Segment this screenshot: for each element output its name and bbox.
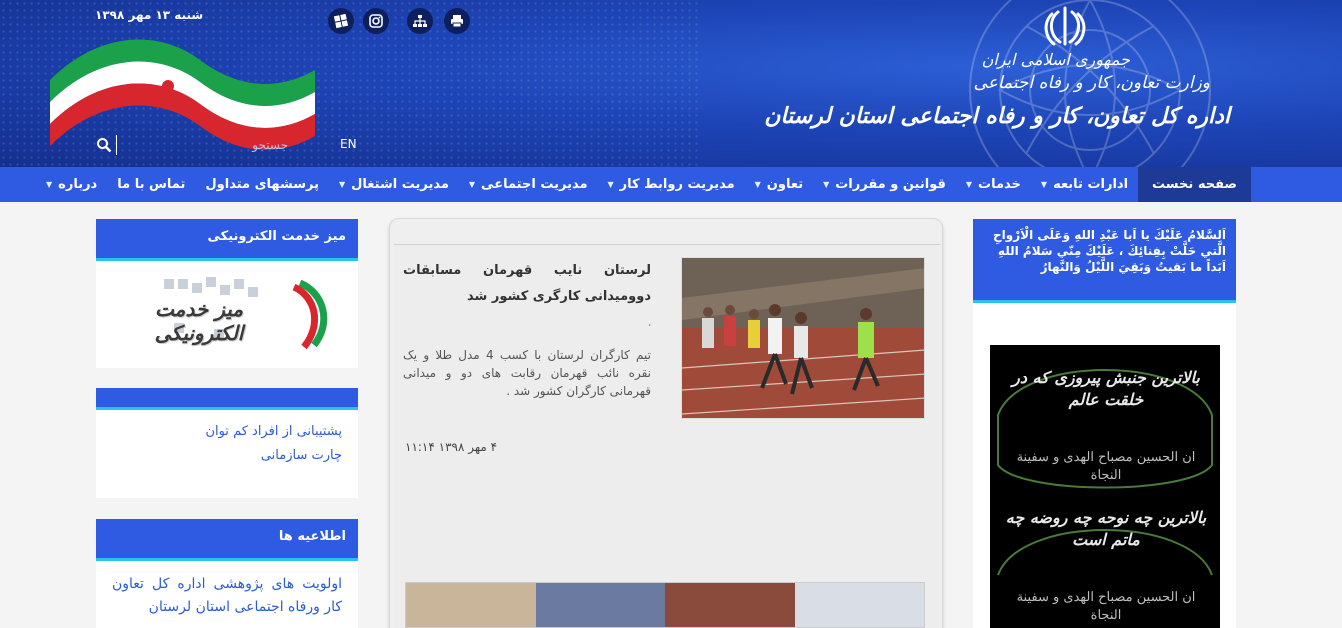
notices-title: اطلاعیه ها	[96, 519, 358, 561]
link-org-chart[interactable]: چارت سازمانی	[205, 448, 342, 463]
title-line-3: اداره کل تعاون، کار و رفاه اجتماعی استان…	[764, 103, 1230, 129]
news-date: ۴ مهر ۱۳۹۸ ۱۱:۱۴	[405, 440, 498, 454]
nav-item-label: تماس با ما	[117, 177, 186, 192]
quick-links-head	[96, 388, 358, 410]
site-title: جمهوری اسلامی ایران وزارت تعاون، کار و ر…	[764, 50, 1230, 129]
nav-item-6[interactable]: مدیریت اجتماعی ▼	[459, 167, 598, 202]
chevron-down-icon: ▼	[823, 180, 830, 189]
nav-item-4[interactable]: تعاون ▼	[745, 167, 813, 202]
news-thumbnail-strip[interactable]	[405, 582, 925, 628]
iran-emblem-icon	[1044, 6, 1086, 46]
nav-item-1[interactable]: ادارات تابعه ▼	[1031, 167, 1138, 202]
search-caret	[116, 135, 117, 155]
chevron-down-icon: ▼	[338, 180, 346, 189]
nav-item-label: درباره	[58, 177, 98, 192]
nav-item-5[interactable]: مدیریت روابط کار ▼	[598, 167, 745, 202]
banner-line-1: بالاترین جنبش پیروزی که در خلقت عالم	[1012, 368, 1200, 409]
notices-list: اولویت های پژوهشی اداره کل تعاون کار ورف…	[112, 573, 342, 628]
quick-links: پشتیبانی از افراد کم توان چارت سازمانی	[205, 424, 342, 472]
windows-icon[interactable]	[328, 8, 354, 34]
language-switch[interactable]: EN	[340, 137, 357, 151]
nav-item-label: خدمات	[978, 177, 1021, 192]
nav-item-label: مدیریت اشتغال	[351, 177, 449, 192]
nav-item-label: صفحه نخست	[1152, 177, 1237, 192]
instagram-icon[interactable]	[363, 8, 389, 34]
search-box	[96, 133, 296, 157]
chevron-down-icon: ▼	[1040, 180, 1048, 189]
banner-line-3: بالاترین چه نوحه چه روضه چه ماتم است	[1005, 508, 1207, 549]
notices-panel: اطلاعیه ها اولویت های پژوهشی اداره کل تع…	[96, 519, 358, 628]
nav-item-0[interactable]: صفحه نخست	[1138, 167, 1251, 202]
nav-item-label: ادارات تابعه	[1053, 177, 1129, 192]
thumbnail-2[interactable]	[535, 583, 665, 627]
nav-list: صفحه نخست ادارات تابعه ▼ خدمات ▼ قوانین و مقر…	[36, 167, 1251, 202]
quick-links-panel: پشتیبانی از افراد کم توان چارت سازمانی	[96, 388, 358, 498]
eservice-panel: میز خدمت الکترونیکی میز خدمت الکترونیکی	[96, 219, 358, 368]
news-photo[interactable]	[681, 257, 925, 419]
nav-item-10[interactable]: درباره ▼	[36, 167, 107, 202]
muharram-banner[interactable]: بالاترین جنبش پیروزی که در خلقت عالم ان …	[990, 345, 1220, 628]
eservice-title: میز خدمت الکترونیکی	[96, 219, 358, 261]
nav-item-2[interactable]: خدمات ▼	[956, 167, 1031, 202]
nav-item-label: مدیریت روابط کار	[619, 177, 735, 192]
site-header: شنبه ۱۳ مهر ۱۳۹۸ EN جمهوری اسلامی ایران	[0, 0, 1342, 167]
nav-item-label: تعاون	[766, 177, 804, 192]
nav-item-label: قوانین و مقررات	[835, 177, 946, 192]
banner-line-4: ان الحسین مصباح الهدی و سفینة النجاة	[1016, 590, 1196, 623]
thumbnail-4[interactable]	[794, 583, 924, 627]
nav-item-9[interactable]: تماس با ما	[107, 167, 195, 202]
chevron-down-icon: ▼	[965, 180, 973, 189]
print-icon[interactable]	[444, 8, 470, 34]
nav-item-label: پرسشهای متداول	[205, 177, 319, 192]
eservice-banner-text: میز خدمت الکترونیکی	[154, 297, 244, 345]
thumbnail-3[interactable]	[665, 583, 795, 627]
iran-flag-graphic	[50, 39, 315, 150]
search-input[interactable]	[120, 133, 288, 157]
eservice-banner[interactable]: میز خدمت الکترونیکی	[114, 273, 344, 353]
sitemap-icon[interactable]	[407, 8, 433, 34]
chevron-down-icon: ▼	[468, 180, 476, 189]
nav-item-8[interactable]: پرسشهای متداول	[195, 167, 329, 202]
nav-item-label: مدیریت اجتماعی	[481, 177, 588, 192]
chevron-down-icon: ▼	[754, 180, 761, 189]
main-nav: صفحه نخست ادارات تابعه ▼ خدمات ▼ قوانین و مقر…	[0, 167, 1342, 202]
search-icon[interactable]	[96, 137, 112, 153]
news-separator: ،	[648, 318, 652, 329]
ziyarat-text: اَلسَّلامُ عَلَيْكَ يا اَبا عَبْدِ اللهِ…	[973, 219, 1236, 303]
link-disability-support[interactable]: پشتیبانی از افراد کم توان	[205, 424, 342, 439]
chevron-down-icon: ▼	[46, 180, 53, 189]
title-line-2: وزارت تعاون، کار و رفاه اجتماعی	[973, 73, 1210, 93]
notice-item[interactable]: اولویت های پژوهشی اداره کل تعاون کار ورف…	[112, 573, 342, 619]
nav-item-7[interactable]: مدیریت اشتغال ▼	[329, 167, 459, 202]
news-summary: تیم کارگران لرستان با کسب 4 مدل طلا و یک…	[403, 348, 651, 398]
title-line-1: جمهوری اسلامی ایران	[981, 50, 1130, 69]
chevron-down-icon: ▼	[607, 180, 614, 189]
banner-line-2: ان الحسین مصباح الهدی و سفینة النجاة	[1016, 450, 1196, 483]
runners-photo-graphic	[682, 258, 924, 418]
news-title[interactable]: لرستان نایب قهرمان مسابقات دوومیدانی کار…	[403, 258, 651, 310]
thumbnail-1[interactable]	[406, 583, 536, 627]
nav-item-3[interactable]: قوانین و مقررات ▼	[813, 167, 956, 202]
